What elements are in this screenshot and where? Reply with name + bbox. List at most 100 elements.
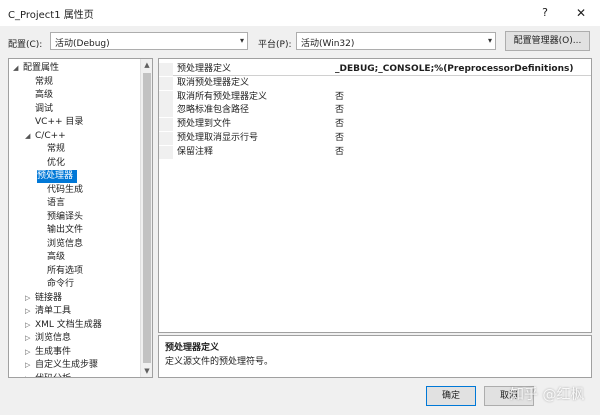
property-value[interactable]: 否: [335, 146, 344, 159]
row-gutter: [159, 145, 173, 159]
expander-icon[interactable]: ▷: [25, 346, 35, 359]
expander-icon[interactable]: ▷: [25, 319, 35, 332]
tree-item[interactable]: 预编译头: [9, 211, 141, 224]
config-value: 活动(Debug): [55, 39, 110, 49]
tree-item[interactable]: ◢ C/C++: [9, 130, 141, 143]
tree-item-label: 常规: [35, 76, 54, 87]
close-button[interactable]: ✕: [572, 4, 590, 22]
tree-item[interactable]: ▷ 自定义生成步骤: [9, 359, 141, 372]
property-row[interactable]: 预处理到文件 否: [159, 118, 591, 132]
row-gutter: [159, 90, 173, 104]
tree-item-label: 高级: [47, 252, 66, 262]
tree-item-label: 命令行: [47, 279, 75, 289]
platform-combo[interactable]: 活动(Win32) ▾: [296, 32, 496, 50]
property-name: 预处理器定义: [177, 64, 232, 74]
expander-icon[interactable]: ◢: [13, 62, 23, 75]
property-row[interactable]: 预处理取消显示行号 否: [159, 132, 591, 145]
row-gutter: [159, 132, 173, 145]
tree-item-label: C/C++: [35, 130, 66, 141]
expander-icon[interactable]: ▷: [25, 359, 35, 372]
property-name: 预处理取消显示行号: [177, 133, 259, 143]
tree-item-label: 链接器: [35, 292, 63, 303]
property-row[interactable]: 忽略标准包含路径 否: [159, 104, 591, 118]
property-value[interactable]: _DEBUG;_CONSOLE;%(PreprocessorDefinition…: [335, 63, 573, 76]
tree-item[interactable]: 高级: [9, 251, 141, 264]
property-row[interactable]: 预处理器定义 _DEBUG;_CONSOLE;%(PreprocessorDefi…: [159, 63, 591, 76]
chevron-down-icon: ▾: [487, 36, 492, 45]
description-title: 预处理器定义: [165, 343, 220, 353]
tree-item[interactable]: 浏览信息: [9, 238, 141, 251]
tree-item[interactable]: 优化: [9, 157, 141, 170]
description-panel: 预处理器定义 定义源文件的预处理符号。: [158, 335, 592, 378]
tree-item[interactable]: 语言: [9, 197, 141, 210]
tree-item[interactable]: 高级: [9, 89, 141, 102]
tree-item[interactable]: 调试: [9, 103, 141, 116]
property-name: 忽略标准包含路径: [177, 105, 250, 116]
title-bar: C_Project1 属性页 ? ✕: [0, 0, 600, 26]
tree-item-label: VC++ 目录: [35, 117, 84, 127]
row-gutter: [159, 63, 173, 76]
platform-label: 平台(P):: [258, 40, 292, 50]
expander-icon[interactable]: ◢: [25, 130, 35, 143]
ok-button[interactable]: 确定: [426, 386, 476, 406]
property-row[interactable]: 取消所有预处理器定义 否: [159, 90, 591, 104]
tree-item-label: 语言: [47, 198, 66, 208]
config-combo[interactable]: 活动(Debug) ▾: [50, 32, 248, 50]
tree-item-label: XML 文档生成器: [35, 319, 102, 330]
tree-item[interactable]: ▷ 链接器: [9, 292, 141, 305]
tree-item-label: 输出文件: [47, 225, 84, 235]
tree-item[interactable]: 常规: [9, 76, 141, 89]
tree-item[interactable]: ▷ 浏览信息: [9, 332, 141, 345]
platform-value: 活动(Win32): [301, 39, 355, 49]
property-name: 取消预处理器定义: [177, 77, 250, 88]
property-value[interactable]: 否: [335, 118, 344, 131]
tree-item[interactable]: 输出文件: [9, 224, 141, 237]
tree-item-label: 生成事件: [35, 346, 72, 357]
scroll-down-icon[interactable]: ▼: [141, 365, 152, 377]
scrollbar-thumb[interactable]: [143, 73, 151, 363]
expander-icon[interactable]: ▷: [25, 305, 35, 318]
tree-item-label: 清单工具: [35, 306, 72, 316]
tree-item[interactable]: 常规: [9, 143, 141, 156]
property-value[interactable]: 否: [335, 132, 344, 145]
tree-item-label: 配置属性: [23, 63, 60, 73]
config-label: 配置(C):: [8, 40, 43, 50]
tree-item-label: 常规: [47, 144, 66, 154]
tree-item[interactable]: ▷ 生成事件: [9, 346, 141, 359]
property-tree[interactable]: ◢ 配置属性 常规 高级 调试 VC++ 目录 ◢ C/C++ 常规 优化 预处理器 代码生成 语言 预编…: [8, 58, 153, 378]
tree-item-label: 优化: [47, 157, 66, 168]
config-manager-button[interactable]: 配置管理器(O)...: [505, 31, 590, 51]
expander-icon[interactable]: ▷: [25, 332, 35, 345]
tree-item[interactable]: 预处理器: [37, 170, 78, 183]
tree-item-label: 预编译头: [47, 211, 84, 222]
tree-scrollbar[interactable]: ▲ ▼: [140, 59, 152, 377]
tree-item-label: 所有选项: [47, 265, 84, 276]
tree-item[interactable]: 代码生成: [9, 184, 141, 197]
tree-item[interactable]: ▷ 清单工具: [9, 305, 141, 318]
property-row[interactable]: 保留注释 否: [159, 145, 591, 159]
property-grid[interactable]: 预处理器定义 _DEBUG;_CONSOLE;%(PreprocessorDefi…: [158, 58, 592, 333]
watermark: 知乎 @红枫: [510, 387, 585, 403]
help-button[interactable]: ?: [536, 4, 554, 22]
property-row[interactable]: 取消预处理器定义: [159, 76, 591, 90]
tree-item[interactable]: 命令行: [9, 278, 141, 291]
property-value[interactable]: 否: [335, 104, 344, 117]
tree-item[interactable]: ◢ 配置属性: [9, 62, 141, 75]
property-value[interactable]: 否: [335, 91, 344, 104]
scroll-up-icon[interactable]: ▲: [141, 59, 152, 71]
dialog-footer: 确定 取消 知乎 @红枫: [0, 378, 600, 415]
tree-item[interactable]: VC++ 目录: [9, 116, 141, 129]
property-name: 取消所有预处理器定义: [177, 91, 268, 102]
row-gutter: [159, 104, 173, 118]
row-gutter: [159, 76, 173, 90]
tree-item-label: 自定义生成步骤: [35, 360, 99, 370]
toolbar: 配置(C): 活动(Debug) ▾ 平台(P): 活动(Win32) ▾ 配置…: [0, 26, 600, 58]
row-gutter: [159, 118, 173, 132]
tree-item[interactable]: 所有选项: [9, 265, 141, 278]
property-name: 预处理到文件: [177, 119, 232, 130]
expander-icon[interactable]: ▷: [25, 292, 35, 305]
tree-item[interactable]: ▷ XML 文档生成器: [9, 319, 141, 332]
window-title: C_Project1 属性页: [8, 10, 94, 21]
tree-item-label: 调试: [35, 103, 54, 114]
tree-item-label: 浏览信息: [47, 238, 84, 249]
